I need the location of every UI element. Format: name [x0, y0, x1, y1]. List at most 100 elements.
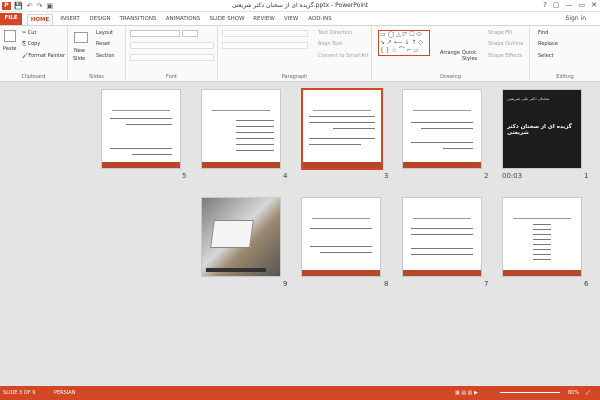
- close-icon[interactable]: ✕: [591, 1, 597, 9]
- list-buttons[interactable]: [222, 30, 308, 37]
- slide-thumb-4[interactable]: [201, 89, 281, 169]
- slide-thumb-3[interactable]: [301, 88, 383, 170]
- slide-4-bar: [202, 162, 280, 168]
- slide-3-text: [309, 116, 375, 117]
- minimize-icon[interactable]: —: [566, 1, 573, 9]
- laptop-image: [210, 220, 254, 248]
- slide-number-2: 2: [484, 172, 489, 180]
- paste-icon[interactable]: [4, 30, 16, 42]
- slide-5-title-line: [112, 110, 170, 111]
- slide-number-7: 7: [484, 280, 489, 288]
- slide-6-list-3: [533, 234, 551, 235]
- slide-thumb-1[interactable]: سخنان دکتر علی شریعتی گزیده ای از سخنان …: [502, 89, 582, 169]
- zoom-slider[interactable]: [500, 392, 560, 393]
- slide-7-bar: [403, 270, 481, 276]
- status-bar: SLIDE 3 OF 9 PERSIAN ▦ ▤ ▥ ▶ 80% ⤢: [0, 386, 600, 400]
- title-bar: P 💾 ↶ ↷ ▣ گزیده ای از سخنان دکتر شریعتی.…: [0, 0, 600, 12]
- tab-home[interactable]: HOME: [27, 14, 53, 25]
- slide-3-text-5: [309, 144, 361, 145]
- slide-1-title: گزیده ای از سخنان دکتر شریعتی: [507, 124, 572, 136]
- tab-slide-show[interactable]: SLIDE SHOW: [208, 14, 246, 25]
- shape-outline-button[interactable]: Shape Outline: [488, 41, 523, 47]
- new-slide-button-2[interactable]: Slide: [73, 56, 85, 62]
- slide-6-list-6: [533, 249, 551, 250]
- select-button[interactable]: Select: [538, 53, 553, 59]
- font-format-buttons[interactable]: [130, 42, 214, 49]
- slide-5-text: [110, 118, 172, 119]
- slide-thumb-5[interactable]: [101, 89, 181, 169]
- slide-7-text-4: [411, 254, 473, 255]
- new-slide-button[interactable]: New: [74, 48, 85, 54]
- convert-smartart-button[interactable]: Convert to SmartArt: [318, 53, 369, 59]
- quick-styles-button[interactable]: Quick Styles: [462, 50, 480, 62]
- shapes-row-1: ▭ ◯ △ ◸ ☐ ⬭: [380, 31, 422, 38]
- slide-6-list-7: [533, 254, 551, 255]
- paste-button[interactable]: Paste: [3, 46, 17, 52]
- replace-button[interactable]: Replace: [538, 41, 558, 47]
- slide-6-list-5: [533, 244, 551, 245]
- paragraph-group-label: Paragraph: [281, 74, 308, 80]
- slide-2-bar: [403, 162, 481, 168]
- tab-view[interactable]: VIEW: [281, 14, 301, 25]
- view-buttons[interactable]: ▦ ▤ ▥ ▶: [455, 386, 478, 400]
- slide-thumb-8[interactable]: [301, 197, 381, 277]
- copy-button[interactable]: ⎘ Copy: [22, 41, 40, 47]
- align-buttons[interactable]: [222, 42, 308, 49]
- slide-2-text-3: [411, 142, 473, 143]
- slide-6-list-8: [533, 259, 551, 260]
- format-painter-button[interactable]: 🖌Format Painter: [22, 53, 65, 59]
- fit-slide-icon[interactable]: ⤢: [586, 386, 590, 400]
- slide-3-text-3: [333, 128, 375, 129]
- slide-8-text-2: [310, 246, 372, 247]
- tab-review[interactable]: REVIEW: [251, 14, 277, 25]
- new-slide-icon[interactable]: [74, 32, 88, 43]
- arrange-button[interactable]: Arrange: [440, 50, 460, 56]
- align-text-button[interactable]: Align Text: [318, 41, 342, 47]
- ribbon-tab-bar: FILE HOME INSERT DESIGN TRANSITIONS ANIM…: [0, 12, 600, 25]
- font-group-label: Font: [166, 74, 177, 80]
- slide-number-5: 5: [182, 172, 187, 180]
- help-icon[interactable]: ?: [543, 1, 547, 9]
- maximize-icon[interactable]: ▭: [579, 1, 586, 9]
- tab-add-ins[interactable]: ADD-INS: [305, 14, 335, 25]
- window-title: گزیده ای از سخنان دکتر شریعتی.pptx - Pow…: [231, 2, 369, 9]
- slide-thumb-2[interactable]: [402, 89, 482, 169]
- slide-thumb-6[interactable]: [502, 197, 582, 277]
- shapes-row-2: ↘ ↗ ⟵ ↓ ↑ ◇: [380, 39, 423, 46]
- slide-thumb-7[interactable]: [402, 197, 482, 277]
- slide-sorter: سخنان دکتر علی شریعتی گزیده ای از سخنان …: [0, 82, 600, 386]
- slides-group: New Slide Layout Reset Section Slides: [68, 26, 126, 82]
- slide-number-9: 9: [283, 280, 288, 288]
- slide-2-text: [411, 122, 473, 123]
- shape-fill-button[interactable]: Shape Fill: [488, 30, 512, 36]
- tab-transitions[interactable]: TRANSITIONS: [118, 14, 158, 25]
- section-button[interactable]: Section: [96, 53, 115, 59]
- shape-effects-button[interactable]: Shape Effects: [488, 53, 522, 59]
- font-size-box[interactable]: [182, 30, 198, 37]
- tab-animations[interactable]: ANIMATIONS: [163, 14, 203, 25]
- slide-thumb-9[interactable]: [201, 197, 281, 277]
- zoom-level[interactable]: 80%: [568, 386, 579, 400]
- font-color-buttons[interactable]: [130, 54, 214, 61]
- layout-button[interactable]: Layout: [96, 30, 113, 36]
- slide-number-6: 6: [584, 280, 589, 288]
- tab-insert[interactable]: INSERT: [57, 14, 83, 25]
- find-button[interactable]: Find: [538, 30, 548, 36]
- text-direction-button[interactable]: Text Direction: [318, 30, 352, 36]
- language-indicator[interactable]: PERSIAN: [54, 386, 75, 400]
- tab-design[interactable]: DESIGN: [86, 14, 114, 25]
- sign-in-link[interactable]: Sign in: [566, 15, 586, 22]
- slide-2-title-line: [413, 110, 471, 111]
- ribbon-display-icon[interactable]: ▢: [553, 1, 560, 9]
- slide-4-text-3: [236, 132, 274, 133]
- reset-button[interactable]: Reset: [96, 41, 110, 47]
- slide-5-text-2: [126, 124, 172, 125]
- editing-group-label: Editing: [556, 74, 574, 80]
- slide-6-bar: [503, 270, 581, 276]
- slide-4-text: [236, 120, 274, 121]
- slide-number-1: 1: [584, 172, 589, 180]
- font-name-box[interactable]: [130, 30, 180, 37]
- tab-file[interactable]: FILE: [0, 13, 22, 25]
- shapes-gallery[interactable]: ▭ ◯ △ ◸ ☐ ⬭ ↘ ↗ ⟵ ↓ ↑ ◇ { } ☆ ⌒ ⌐ ▱: [378, 30, 430, 56]
- cut-button[interactable]: ✂ Cut: [22, 30, 36, 36]
